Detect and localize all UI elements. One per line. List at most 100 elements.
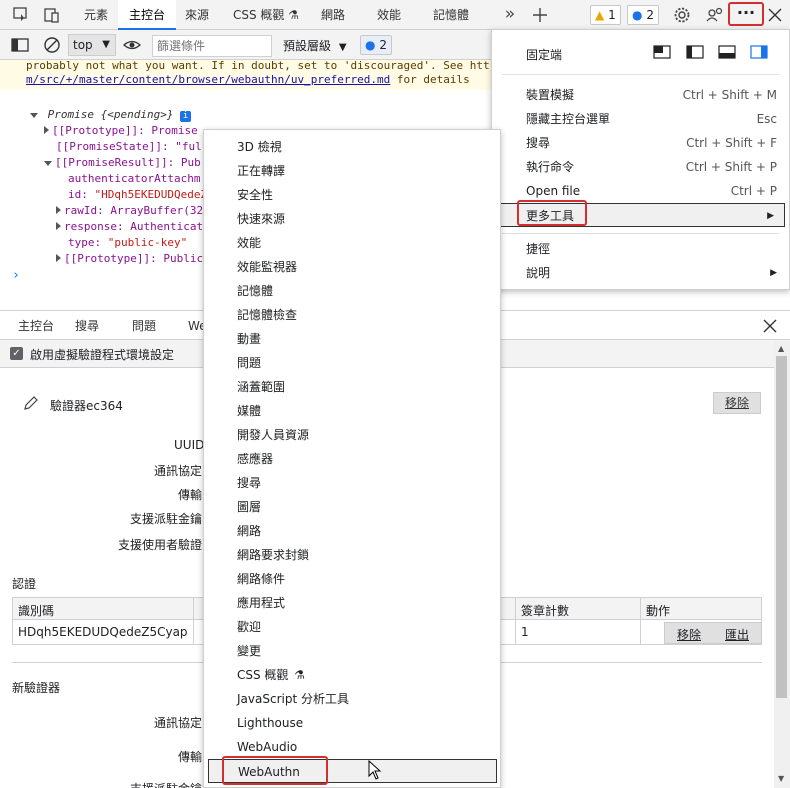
drawer-tab-search[interactable]: 搜尋 <box>75 311 99 341</box>
export-credential-button[interactable]: 匯出 <box>725 626 749 643</box>
submenu-item[interactable]: 快速來源 <box>204 207 500 231</box>
more-tools-submenu: 3D 檢視 正在轉譯 安全性 快速來源 效能 效能監視器 記憶體 記憶體檢查 動畫 問題 涵蓋範圍媒… <box>203 129 501 788</box>
device-emulation-icon[interactable] <box>42 5 62 25</box>
filter-input[interactable] <box>152 35 272 57</box>
prototype2-line[interactable]: [[Prototype]]: Public <box>56 251 203 267</box>
tab-console[interactable]: 主控台 <box>118 0 176 30</box>
clear-console-icon[interactable] <box>42 35 62 55</box>
sidebar-toggle-icon[interactable] <box>10 35 30 55</box>
new-prop-transport: 傳輸 <box>178 750 203 764</box>
close-drawer-icon[interactable] <box>760 316 780 336</box>
remove-credential-button[interactable]: 移除 <box>677 626 701 643</box>
menu-item-label: 裝置模擬 <box>526 88 575 102</box>
promise-result-line[interactable]: [[PromiseResult]]: Pub <box>44 155 201 171</box>
submenu-item[interactable]: 應用程式 <box>204 591 500 615</box>
credential-id: HDqh5EKEDUDQedeZ5Cyapw... <box>18 625 188 639</box>
prop-protocol: 通訊協定 <box>154 464 203 478</box>
submenu-item[interactable]: 效能 <box>204 231 500 255</box>
submenu-item[interactable]: 媒體 <box>204 399 500 423</box>
submenu-item[interactable]: 網路 <box>204 519 500 543</box>
submenu-item[interactable]: 正在轉譯 <box>204 159 500 183</box>
submenu-item[interactable]: 搜尋 <box>204 471 500 495</box>
id-line: id: "HDqh5EKEDUDQedeZ <box>68 187 207 203</box>
submenu-item[interactable]: 變更 <box>204 639 500 663</box>
scroll-down-icon[interactable]: ▼ <box>778 774 784 783</box>
submenu-item[interactable]: 涵蓋範圍 <box>204 375 500 399</box>
more-tabs-icon[interactable]: » <box>500 5 520 25</box>
submenu-item[interactable]: 網路要求封鎖 <box>204 543 500 567</box>
messages-count: 2 <box>646 8 654 22</box>
menu-item-shortcut: Ctrl + P <box>730 184 777 198</box>
id-key: id: <box>68 188 95 201</box>
remove-authenticator-button[interactable]: 移除 <box>713 392 761 414</box>
submenu-item[interactable]: 效能監視器 <box>204 255 500 279</box>
dock-undock-icon[interactable] <box>653 45 671 59</box>
enable-env-label: 啟用虛擬驗證程式環境設定 <box>30 348 175 362</box>
settings-gear-icon[interactable] <box>672 5 692 25</box>
collapse-triangle-icon <box>56 206 61 214</box>
prototype-line[interactable]: [[Prototype]]: Promise <box>44 123 198 139</box>
drawer-tab-issues[interactable]: 問題 <box>132 311 156 341</box>
tab-performance[interactable]: 效能 <box>366 0 412 30</box>
submenu-item[interactable]: 圖層 <box>204 495 500 519</box>
warning-link[interactable]: m/src/+/master/content/browser/webauthn/… <box>26 73 390 86</box>
tab-css-overview[interactable]: CSS 概觀 ⚗ <box>222 0 310 30</box>
edit-pencil-icon[interactable] <box>22 394 40 412</box>
menu-item-help[interactable]: 說明 ▶ <box>492 261 789 285</box>
menu-item-search[interactable]: 搜尋 Ctrl + Shift + F <box>492 131 789 155</box>
submenu-item[interactable]: 問題 <box>204 351 500 375</box>
menu-item-hide-console-drawer[interactable]: 隱藏主控台選單 Esc <box>492 107 789 131</box>
scrollbar-thumb[interactable] <box>776 356 787 698</box>
customize-more-icon[interactable]: ··· <box>733 5 759 25</box>
tab-memory[interactable]: 記憶體 <box>424 0 478 30</box>
live-expression-eye-icon[interactable] <box>122 35 142 55</box>
dock-left-icon[interactable] <box>686 45 704 59</box>
dock-bottom-icon[interactable] <box>718 45 736 59</box>
menu-item-open-file[interactable]: Open file Ctrl + P <box>492 179 789 203</box>
dock-right-icon[interactable] <box>750 45 768 59</box>
submenu-item[interactable]: Lighthouse <box>204 711 500 735</box>
issues-badge[interactable]: ● 2 <box>360 35 392 55</box>
inspect-element-icon[interactable] <box>11 5 31 25</box>
log-levels-dropdown[interactable]: 預設層級 ▼ <box>283 37 347 54</box>
promise-line[interactable]: Promise {<pending>} i <box>30 107 192 123</box>
submenu-item[interactable]: 動畫 <box>204 327 500 351</box>
submenu-item[interactable]: 安全性 <box>204 183 500 207</box>
menu-item-shortcuts[interactable]: 捷徑 <box>492 237 789 261</box>
submenu-item[interactable]: 記憶體檢查 <box>204 303 500 327</box>
close-devtools-icon[interactable] <box>765 5 785 25</box>
user-settings-icon[interactable] <box>704 5 724 25</box>
enable-env-checkbox[interactable]: ✓ <box>10 347 23 360</box>
submenu-item[interactable]: WebAudio <box>204 735 500 759</box>
submenu-item[interactable]: 記憶體 <box>204 279 500 303</box>
submenu-item[interactable]: 歡迎 <box>204 615 500 639</box>
scroll-up-icon[interactable]: ▲ <box>778 344 784 353</box>
messages-badge[interactable]: ● 2 <box>627 5 659 25</box>
submenu-item[interactable]: 網路條件 <box>204 567 500 591</box>
menu-item-device-emulation[interactable]: 裝置模擬 Ctrl + Shift + M <box>492 83 789 107</box>
warnings-badge[interactable]: ▲ 1 <box>590 5 621 25</box>
context-selector[interactable]: top ▼ <box>68 34 116 56</box>
submenu-item[interactable]: WebAuthn <box>208 759 497 783</box>
menu-item-more-tools[interactable]: 更多工具 ▶ <box>498 203 785 227</box>
drawer-scrollbar[interactable]: ▲ ▼ <box>774 340 790 788</box>
submenu-item[interactable]: 開發人員資源 <box>204 423 500 447</box>
submenu-item[interactable]: CSS 概觀 ⚗ <box>204 663 500 687</box>
add-tab-icon[interactable] <box>530 5 550 25</box>
tab-network[interactable]: 網路 <box>310 0 356 30</box>
tab-elements[interactable]: 元素 <box>74 0 118 30</box>
tab-sources[interactable]: 來源 <box>176 0 218 30</box>
submenu-item[interactable]: 感應器 <box>204 447 500 471</box>
log-levels-label: 預設層級 <box>283 39 332 53</box>
menu-item-run-command[interactable]: 執行命令 Ctrl + Shift + P <box>492 155 789 179</box>
rawid-line[interactable]: rawId: ArrayBuffer(32 <box>56 203 203 219</box>
drawer-tab-console[interactable]: 主控台 <box>18 311 54 341</box>
submenu-item[interactable]: JavaScript 分析工具 <box>204 687 500 711</box>
menu-item-shortcut: Ctrl + Shift + M <box>682 88 777 102</box>
submenu-item[interactable]: 3D 檢視 <box>204 135 500 159</box>
credentials-heading: 認證 <box>12 577 37 591</box>
new-authenticator-heading: 新驗證器 <box>12 681 61 695</box>
response-line[interactable]: response: Authenticat <box>56 219 203 235</box>
message-icon: ● <box>632 8 643 22</box>
console-prompt-icon[interactable]: › <box>12 268 20 284</box>
